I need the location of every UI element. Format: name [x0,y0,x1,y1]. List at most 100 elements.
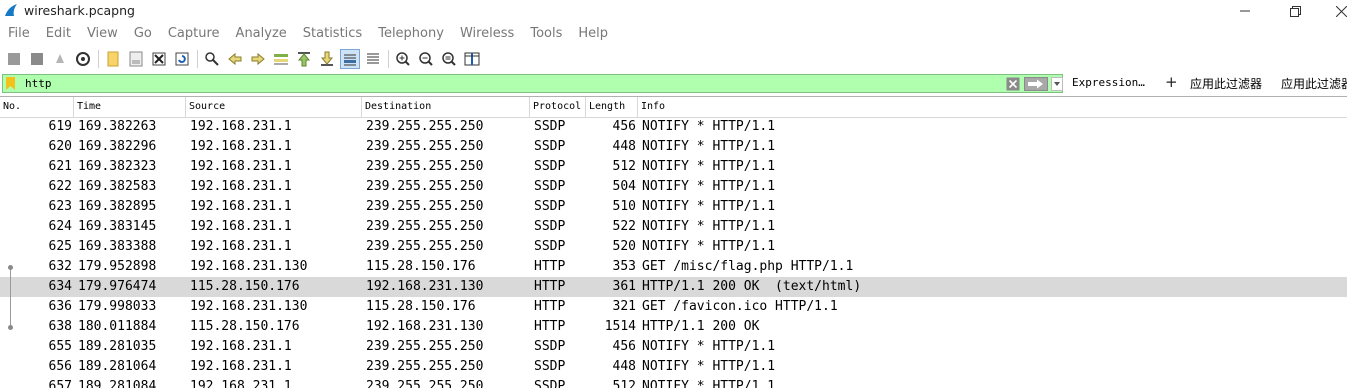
toolbar-separator [98,50,99,68]
packet-no-cell: 624 [48,219,72,234]
go-forward-button[interactable] [248,49,268,69]
menu-file[interactable]: File [0,24,38,44]
column-header-time[interactable]: Time [74,97,186,117]
packet-protocol-cell: SSDP [534,119,566,134]
colorize-button[interactable] [363,49,383,69]
zoom-out-button[interactable] [416,49,436,69]
packet-protocol-cell: HTTP [534,279,566,294]
column-header-info[interactable]: Info [638,97,1347,117]
table-row[interactable]: 620 169.382296 192.168.231.1 239.255.255.25… [0,137,1347,157]
filter-button-2[interactable]: 应用此过滤器 [1281,75,1347,92]
table-row[interactable]: 619 169.382263 192.168.231.1 239.255.255.25… [0,117,1347,137]
table-row[interactable]: 655 189.281035 192.168.231.1 239.255.255.25… [0,337,1347,357]
packet-destination-cell: 239.255.255.250 [366,339,484,354]
table-row[interactable]: 623 169.382895 192.168.231.1 239.255.255.25… [0,197,1347,217]
packet-time-cell: 189.281084 [78,379,157,388]
column-header-no[interactable]: No. [0,97,74,117]
go-last-button[interactable] [317,49,337,69]
table-row[interactable]: 636 179.998033 192.168.231.130 115.28.150.1… [0,297,1347,317]
packet-no-cell: 623 [48,199,72,214]
packet-list[interactable]: No. Time Source Destination Protocol Len… [0,96,1347,388]
column-header-source[interactable]: Source [186,97,362,117]
packet-no-cell: 656 [48,359,72,374]
table-row[interactable]: 624 169.383145 192.168.231.1 239.255.255.25… [0,217,1347,237]
open-file-button[interactable] [103,49,123,69]
save-file-button[interactable] [126,49,146,69]
packet-time-cell: 179.998033 [78,299,157,314]
menu-wireless[interactable]: Wireless [452,24,522,44]
packet-time-cell: 189.281035 [78,339,157,354]
display-filter-text[interactable]: http [25,76,52,92]
column-header-protocol[interactable]: Protocol [530,97,586,117]
packet-destination-cell: 239.255.255.250 [366,379,484,388]
display-filter-input[interactable]: http [2,74,1063,93]
menu-analyze[interactable]: Analyze [228,24,295,44]
packet-length-cell: 448 [612,139,636,154]
apply-filter-arrow-icon[interactable] [1024,77,1048,91]
table-row[interactable]: 657 189.281084 192.168.231.1 239.255.255.25… [0,377,1347,388]
reload-file-button[interactable] [172,49,192,69]
packet-source-cell: 115.28.150.176 [190,319,300,334]
column-header-destination[interactable]: Destination [362,97,530,117]
start-capture-button[interactable] [4,49,24,69]
table-row[interactable]: 634 179.976474 115.28.150.176 192.168.231.1… [0,277,1347,297]
zoom-normal-button[interactable] [439,49,459,69]
zoom-in-button[interactable] [393,49,413,69]
packet-info-cell: NOTIFY * HTTP/1.1 [642,379,776,388]
packet-source-cell: 192.168.231.1 [190,119,292,134]
display-filter-bar: http Expression… + 应用此过滤器 应用此过滤器 [0,73,1347,94]
table-row[interactable]: 625 169.383388 192.168.231.1 239.255.255.25… [0,237,1347,257]
resize-columns-button[interactable] [462,49,482,69]
bookmark-icon[interactable] [6,77,15,90]
restart-capture-button[interactable] [50,49,70,69]
go-to-packet-button[interactable] [271,49,291,69]
packet-length-cell: 456 [612,119,636,134]
stop-capture-button[interactable] [27,49,47,69]
find-packet-icon [205,52,219,66]
packet-destination-cell: 239.255.255.250 [366,219,484,234]
minimize-icon [1240,10,1250,12]
table-row[interactable]: 632 179.952898 192.168.231.130 115.28.150.1… [0,257,1347,277]
find-packet-button[interactable] [202,49,222,69]
packet-destination-cell: 192.168.231.130 [366,279,484,294]
packet-info-cell: GET /misc/flag.php HTTP/1.1 [642,259,854,274]
go-back-button[interactable] [225,49,245,69]
go-last-icon [320,51,334,66]
menu-go[interactable]: Go [126,24,160,44]
capture-options-button[interactable] [73,49,93,69]
expression-button[interactable]: Expression… [1072,76,1145,89]
table-row[interactable]: 656 189.281064 192.168.231.1 239.255.255.25… [0,357,1347,377]
menu-statistics[interactable]: Statistics [295,24,370,44]
toolbar-separator [388,50,389,68]
packet-destination-cell: 239.255.255.250 [366,119,484,134]
menu-help[interactable]: Help [570,24,616,44]
column-header-length[interactable]: Length [586,97,638,117]
packet-info-cell: NOTIFY * HTTP/1.1 [642,139,776,154]
menu-tools[interactable]: Tools [522,24,570,44]
filter-button-1[interactable]: 应用此过滤器 [1190,75,1262,92]
table-row[interactable]: 621 169.382323 192.168.231.1 239.255.255.25… [0,157,1347,177]
restore-button[interactable] [1280,1,1310,21]
menu-capture[interactable]: Capture [160,24,228,44]
packet-info-cell: NOTIFY * HTTP/1.1 [642,179,776,194]
menu-view[interactable]: View [79,24,126,44]
packet-length-cell: 510 [612,199,636,214]
menu-telephony[interactable]: Telephony [370,24,452,44]
packet-no-cell: 622 [48,179,72,194]
packet-length-cell: 512 [612,379,636,388]
add-filter-button-plus-icon[interactable]: + [1165,73,1178,91]
clear-filter-icon[interactable] [1006,77,1020,91]
packet-protocol-cell: SSDP [534,199,566,214]
chevron-down-icon[interactable] [1051,77,1063,91]
close-file-button[interactable] [149,49,169,69]
menu-edit[interactable]: Edit [38,24,79,44]
title-bar: wireshark.pcapng [0,0,1347,22]
table-row[interactable]: 622 169.382583 192.168.231.1 239.255.255.25… [0,177,1347,197]
auto-scroll-button[interactable] [340,49,360,69]
minimize-button[interactable] [1230,1,1260,21]
packet-destination-cell: 239.255.255.250 [366,239,484,254]
go-first-button[interactable] [294,49,314,69]
table-row[interactable]: 638 180.011884 115.28.150.176 192.168.231.1… [0,317,1347,337]
close-window-button[interactable] [1326,1,1347,21]
save-file-icon [129,51,143,67]
